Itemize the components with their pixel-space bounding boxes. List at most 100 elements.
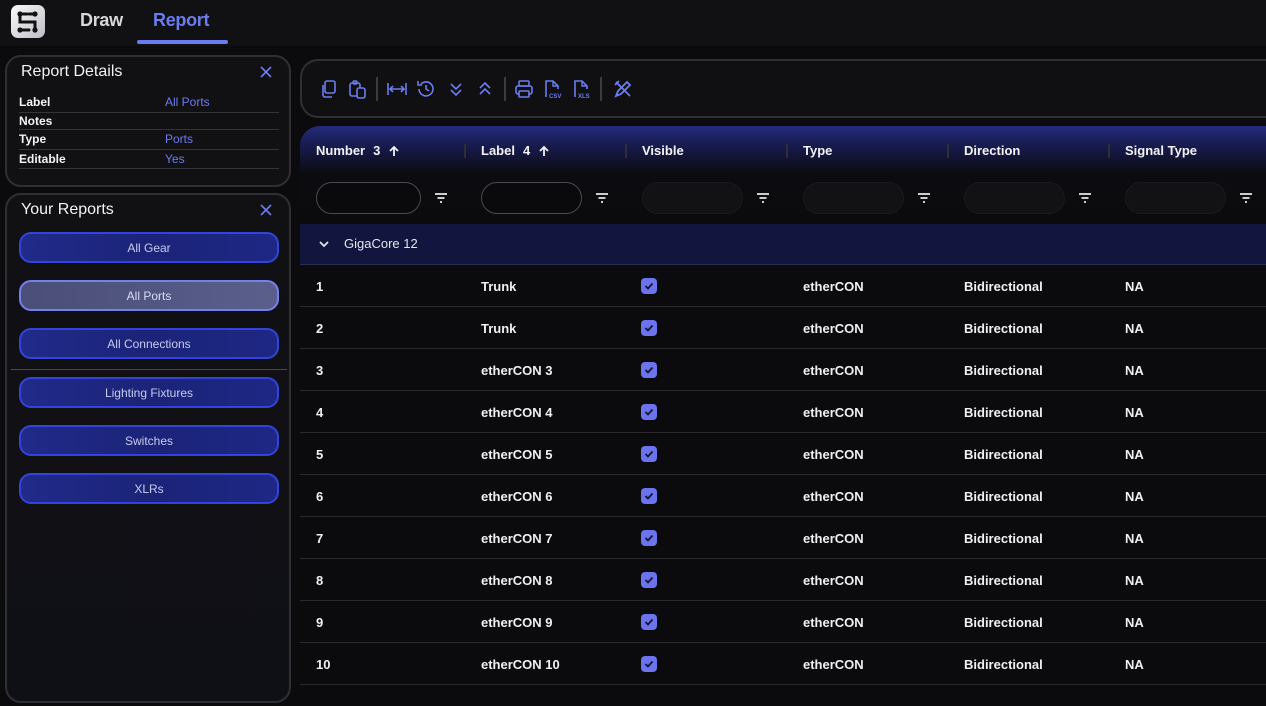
- filter-icon[interactable]: [594, 191, 610, 205]
- filter-icon[interactable]: [433, 191, 449, 205]
- visible-checkbox[interactable]: [641, 320, 657, 336]
- column-header-direction[interactable]: Direction: [964, 143, 1020, 158]
- details-table: Label All Ports Notes Type Ports Editabl…: [19, 93, 279, 169]
- collapse-all-icon[interactable]: [474, 78, 496, 100]
- filter-icon[interactable]: [1238, 191, 1254, 205]
- export-xls-icon[interactable]: XLS: [571, 78, 593, 100]
- column-label: Type: [803, 143, 833, 158]
- filter-icon[interactable]: [755, 191, 771, 205]
- report-switches-button[interactable]: Switches: [19, 425, 279, 456]
- table-row[interactable]: 4 etherCON 4 etherCON Bidirectional NA: [300, 391, 1266, 433]
- column-header-type[interactable]: Type: [803, 143, 832, 158]
- group-row[interactable]: GigaCore 12: [300, 224, 1266, 265]
- cell-signal-type: NA: [1125, 279, 1144, 294]
- column-header-label[interactable]: Label 4: [481, 143, 550, 158]
- expand-all-icon[interactable]: [445, 78, 467, 100]
- report-xlrs-button[interactable]: XLRs: [19, 473, 279, 504]
- column-label: Number: [316, 143, 366, 158]
- print-icon[interactable]: [513, 78, 535, 100]
- cell-signal-type: NA: [1125, 573, 1144, 588]
- cell-direction: Bidirectional: [964, 615, 1043, 630]
- visible-checkbox[interactable]: [641, 446, 657, 462]
- table-row[interactable]: 2 Trunk etherCON Bidirectional NA: [300, 307, 1266, 349]
- cell-label: etherCON 3: [481, 363, 553, 378]
- filter-input-label[interactable]: [481, 182, 582, 214]
- report-all-gear-button[interactable]: All Gear: [19, 232, 279, 263]
- visible-checkbox[interactable]: [641, 530, 657, 546]
- column-resize-handle[interactable]: [625, 144, 627, 158]
- detail-row-notes: Notes: [19, 113, 279, 130]
- column-header-signal-type[interactable]: Signal Type: [1125, 143, 1197, 158]
- history-icon[interactable]: [415, 78, 437, 100]
- circuit-logo-icon[interactable]: [11, 5, 45, 38]
- filter-input-signal-type[interactable]: [1125, 182, 1226, 214]
- sort-asc-icon: [389, 145, 399, 156]
- visible-checkbox[interactable]: [641, 656, 657, 672]
- cell-number: 6: [316, 489, 324, 504]
- check-icon: [644, 366, 654, 374]
- table-row[interactable]: 3 etherCON 3 etherCON Bidirectional NA: [300, 349, 1266, 391]
- toolbar-separator: [600, 77, 602, 101]
- cell-direction: Bidirectional: [964, 489, 1043, 504]
- cell-signal-type: NA: [1125, 447, 1144, 462]
- visible-checkbox[interactable]: [641, 404, 657, 420]
- column-header-number[interactable]: Number 3: [316, 143, 400, 158]
- visible-checkbox[interactable]: [641, 278, 657, 294]
- report-all-connections-button[interactable]: All Connections: [19, 328, 279, 359]
- fit-columns-icon[interactable]: [386, 78, 408, 100]
- filter-input-type[interactable]: [803, 182, 904, 214]
- detail-value: Ports: [165, 132, 194, 147]
- filter-input-number[interactable]: [316, 182, 421, 214]
- filter-input-visible[interactable]: [642, 182, 743, 214]
- table-row[interactable]: 5 etherCON 5 etherCON Bidirectional NA: [300, 433, 1266, 475]
- nav-tab-draw[interactable]: Draw: [80, 10, 123, 31]
- sort-asc-icon: [539, 145, 549, 156]
- visible-checkbox[interactable]: [641, 572, 657, 588]
- copy-icon[interactable]: [318, 78, 340, 100]
- cell-label: Trunk: [481, 279, 517, 294]
- column-label: Label: [481, 143, 515, 158]
- table-row[interactable]: 9 etherCON 9 etherCON Bidirectional NA: [300, 601, 1266, 643]
- cell-label: etherCON 10: [481, 657, 560, 672]
- visible-checkbox[interactable]: [641, 614, 657, 630]
- column-resize-handle[interactable]: [464, 144, 466, 158]
- table-row[interactable]: 7 etherCON 7 etherCON Bidirectional NA: [300, 517, 1266, 559]
- cell-type: etherCON: [803, 657, 864, 672]
- filter-icon[interactable]: [1077, 191, 1093, 205]
- export-csv-icon[interactable]: CSV: [542, 78, 564, 100]
- column-resize-handle[interactable]: [786, 144, 788, 158]
- cell-type: etherCON: [803, 321, 864, 336]
- table-row[interactable]: 1 Trunk etherCON Bidirectional NA: [300, 265, 1266, 307]
- paste-icon[interactable]: [347, 78, 369, 100]
- cell-number: 4: [316, 405, 324, 420]
- table-row[interactable]: 8 etherCON 8 etherCON Bidirectional NA: [300, 559, 1266, 601]
- filter-input-direction[interactable]: [964, 182, 1065, 214]
- column-resize-handle[interactable]: [1108, 144, 1110, 158]
- report-lighting-fixtures-button[interactable]: Lighting Fixtures: [19, 377, 279, 408]
- close-icon[interactable]: [259, 65, 273, 79]
- column-header-visible[interactable]: Visible: [642, 143, 684, 158]
- close-icon[interactable]: [259, 203, 273, 217]
- column-resize-handle[interactable]: [947, 144, 949, 158]
- cell-direction: Bidirectional: [964, 447, 1043, 462]
- cell-number: 5: [316, 447, 324, 462]
- filter-icon[interactable]: [916, 191, 932, 205]
- cell-number: 1: [316, 279, 324, 294]
- your-reports-title: Your Reports: [21, 201, 114, 218]
- check-icon: [644, 450, 654, 458]
- check-icon: [644, 576, 654, 584]
- detail-key: Notes: [19, 113, 53, 128]
- visible-checkbox[interactable]: [641, 362, 657, 378]
- edit-tools-icon[interactable]: [612, 78, 634, 100]
- cell-label: Trunk: [481, 321, 517, 336]
- visible-checkbox[interactable]: [641, 488, 657, 504]
- report-all-ports-button[interactable]: All Ports: [19, 280, 279, 311]
- report-details-title: Report Details: [21, 63, 123, 80]
- chevron-down-icon[interactable]: [317, 237, 331, 251]
- detail-key: Label: [19, 95, 51, 110]
- active-tab-indicator: [137, 40, 228, 44]
- cell-direction: Bidirectional: [964, 573, 1043, 588]
- table-row[interactable]: 10 etherCON 10 etherCON Bidirectional NA: [300, 643, 1266, 685]
- nav-tab-report[interactable]: Report: [153, 10, 210, 31]
- table-row[interactable]: 6 etherCON 6 etherCON Bidirectional NA: [300, 475, 1266, 517]
